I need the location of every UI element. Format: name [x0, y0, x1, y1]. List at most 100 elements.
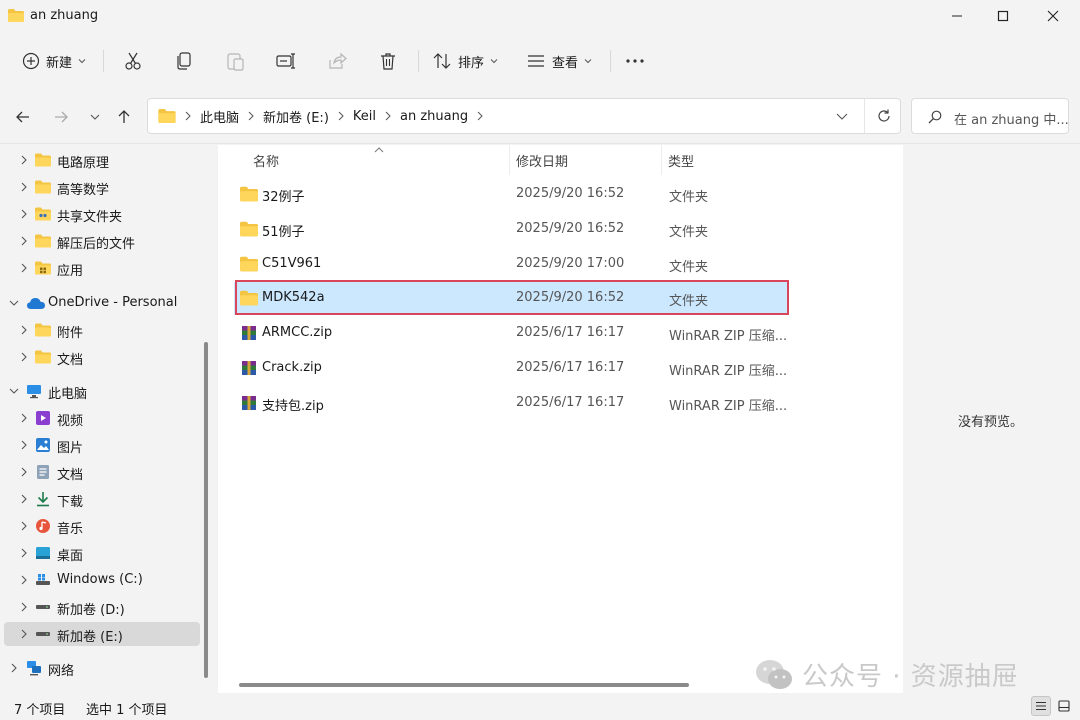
sidebar-item-extracted-files[interactable]: 解压后的文件	[4, 229, 200, 253]
sidebar-scrollbar[interactable]	[204, 342, 208, 678]
folder-icon	[240, 290, 258, 306]
sidebar-item-videos[interactable]: 视频	[4, 406, 200, 430]
music-icon	[36, 519, 50, 533]
minimize-button[interactable]	[934, 0, 980, 32]
title-bar: an zhuang	[0, 0, 1080, 34]
sidebar-item-circuit-principles[interactable]: 电路原理	[4, 148, 200, 172]
file-row[interactable]: 32例子 2025/9/20 16:52 文件夹	[234, 178, 789, 211]
preview-message: 没有预览。	[957, 415, 1023, 430]
sidebar-item-this-pc[interactable]: 此电脑	[4, 379, 200, 403]
forward-button[interactable]	[50, 106, 72, 128]
chevron-right-icon	[385, 111, 391, 121]
sidebar-item-network[interactable]: 网络	[4, 656, 200, 680]
column-header-date[interactable]: 修改日期	[516, 151, 568, 170]
file-row[interactable]: 51例子 2025/9/20 16:52 文件夹	[234, 213, 789, 246]
chevron-right-icon	[21, 325, 27, 335]
sidebar-item-pictures[interactable]: 图片	[4, 433, 200, 457]
sidebar-item-drive-d[interactable]: 新加卷 (D:)	[4, 595, 200, 619]
chevron-down-icon	[9, 300, 19, 306]
sidebar-item-label: 桌面	[57, 549, 84, 564]
file-type: WinRAR ZIP 压缩...	[669, 364, 788, 379]
sidebar-item-onedrive[interactable]: OneDrive - Personal	[4, 291, 200, 315]
computer-icon	[27, 385, 41, 399]
maximize-button[interactable]	[980, 0, 1026, 32]
sidebar-item-advanced-math[interactable]: 高等数学	[4, 175, 200, 199]
sort-ascending-icon	[374, 147, 384, 153]
recent-locations-button[interactable]	[84, 106, 106, 128]
rename-button[interactable]	[276, 44, 296, 78]
file-row[interactable]: C51V961 2025/9/20 17:00 文件夹	[234, 248, 789, 281]
sidebar-item-label: OneDrive - Personal	[48, 295, 178, 310]
sidebar-item-apps[interactable]: 应用	[4, 256, 200, 280]
arrow-up-icon	[118, 110, 130, 123]
chevron-right-icon	[11, 663, 17, 673]
sort-button[interactable]: 排序	[432, 44, 498, 78]
breadcrumb-item[interactable]: 此电脑	[200, 107, 239, 126]
apps-folder-icon	[35, 261, 51, 275]
file-name: ARMCC.zip	[262, 325, 333, 340]
winrar-zip-icon	[242, 361, 256, 375]
folder-icon	[240, 186, 258, 202]
minimize-icon	[952, 15, 962, 17]
sidebar-item-documents[interactable]: 文档	[4, 460, 200, 484]
share-button[interactable]	[327, 44, 347, 78]
up-button[interactable]	[113, 106, 135, 128]
shared-folder-icon	[35, 207, 51, 221]
column-divider[interactable]	[661, 145, 662, 175]
breadcrumb-item[interactable]: Keil	[353, 109, 376, 124]
preview-pane: 没有预览。	[903, 145, 1080, 693]
sidebar-item-drive-e[interactable]: 新加卷 (E:)	[4, 622, 200, 646]
cloud-icon	[27, 298, 45, 309]
search-box[interactable]: 在 an zhuang 中...	[911, 98, 1069, 134]
chevron-right-icon	[21, 182, 27, 192]
tiles-view-button[interactable]	[1054, 696, 1074, 716]
sidebar-item-music[interactable]: 音乐	[4, 514, 200, 538]
column-header-name[interactable]: 名称	[253, 151, 279, 170]
sidebar-item-desktop[interactable]: 桌面	[4, 541, 200, 565]
breadcrumb-item[interactable]: an zhuang	[400, 109, 468, 124]
delete-button[interactable]	[378, 44, 398, 78]
sidebar-item-label: 下载	[57, 495, 84, 510]
more-options-button[interactable]	[624, 44, 646, 78]
column-header-type[interactable]: 类型	[668, 151, 694, 170]
sidebar-item-attachments[interactable]: 附件	[4, 318, 200, 342]
picture-icon	[36, 438, 50, 452]
file-row-selected[interactable]: MDK542a 2025/9/20 16:52 文件夹	[234, 282, 789, 315]
sidebar-item-label: 应用	[57, 264, 84, 279]
address-history-button[interactable]	[836, 110, 848, 126]
sidebar-item-label: 文档	[57, 468, 84, 483]
view-button[interactable]: 查看	[526, 44, 592, 78]
back-button[interactable]	[12, 106, 34, 128]
paste-button[interactable]	[225, 44, 245, 78]
sidebar-item-label: 解压后的文件	[57, 237, 136, 252]
column-divider[interactable]	[509, 145, 510, 175]
horizontal-scrollbar[interactable]	[239, 683, 689, 687]
cut-button[interactable]	[123, 44, 143, 78]
chevron-down-icon	[78, 59, 86, 64]
file-date: 2025/9/20 16:52	[516, 290, 625, 305]
sidebar-item-drive-c[interactable]: Windows (C:)	[4, 568, 200, 592]
file-row[interactable]: 支持包.zip 2025/6/17 16:17 WinRAR ZIP 压缩...	[234, 387, 789, 420]
address-box[interactable]: 此电脑 新加卷 (E:) Keil an zhuang	[147, 98, 901, 134]
drive-icon	[36, 632, 50, 636]
arrow-right-icon	[55, 111, 68, 123]
desktop-icon	[36, 547, 50, 559]
sidebar-item-downloads[interactable]: 下载	[4, 487, 200, 511]
chevron-right-icon	[21, 352, 27, 362]
chevron-right-icon	[21, 263, 27, 273]
sidebar-item-onedrive-documents[interactable]: 文档	[4, 345, 200, 369]
folder-icon	[35, 234, 51, 248]
sidebar-item-label: 共享文件夹	[57, 210, 123, 225]
copy-button[interactable]	[174, 44, 194, 78]
sort-label: 排序	[458, 55, 485, 71]
file-row[interactable]: Crack.zip 2025/6/17 16:17 WinRAR ZIP 压缩.…	[234, 352, 789, 385]
details-view-button[interactable]	[1031, 696, 1051, 716]
close-button[interactable]	[1030, 0, 1076, 32]
breadcrumb-item[interactable]: 新加卷 (E:)	[263, 107, 329, 126]
refresh-button[interactable]	[864, 99, 902, 133]
new-button[interactable]: 新建	[22, 44, 86, 78]
sidebar-item-shared-folder[interactable]: 共享文件夹	[4, 202, 200, 226]
sort-icon	[433, 53, 451, 69]
file-row[interactable]: ARMCC.zip 2025/6/17 16:17 WinRAR ZIP 压缩.…	[234, 317, 789, 350]
status-bar: 7 个项目 选中 1 个项目	[0, 693, 1080, 720]
